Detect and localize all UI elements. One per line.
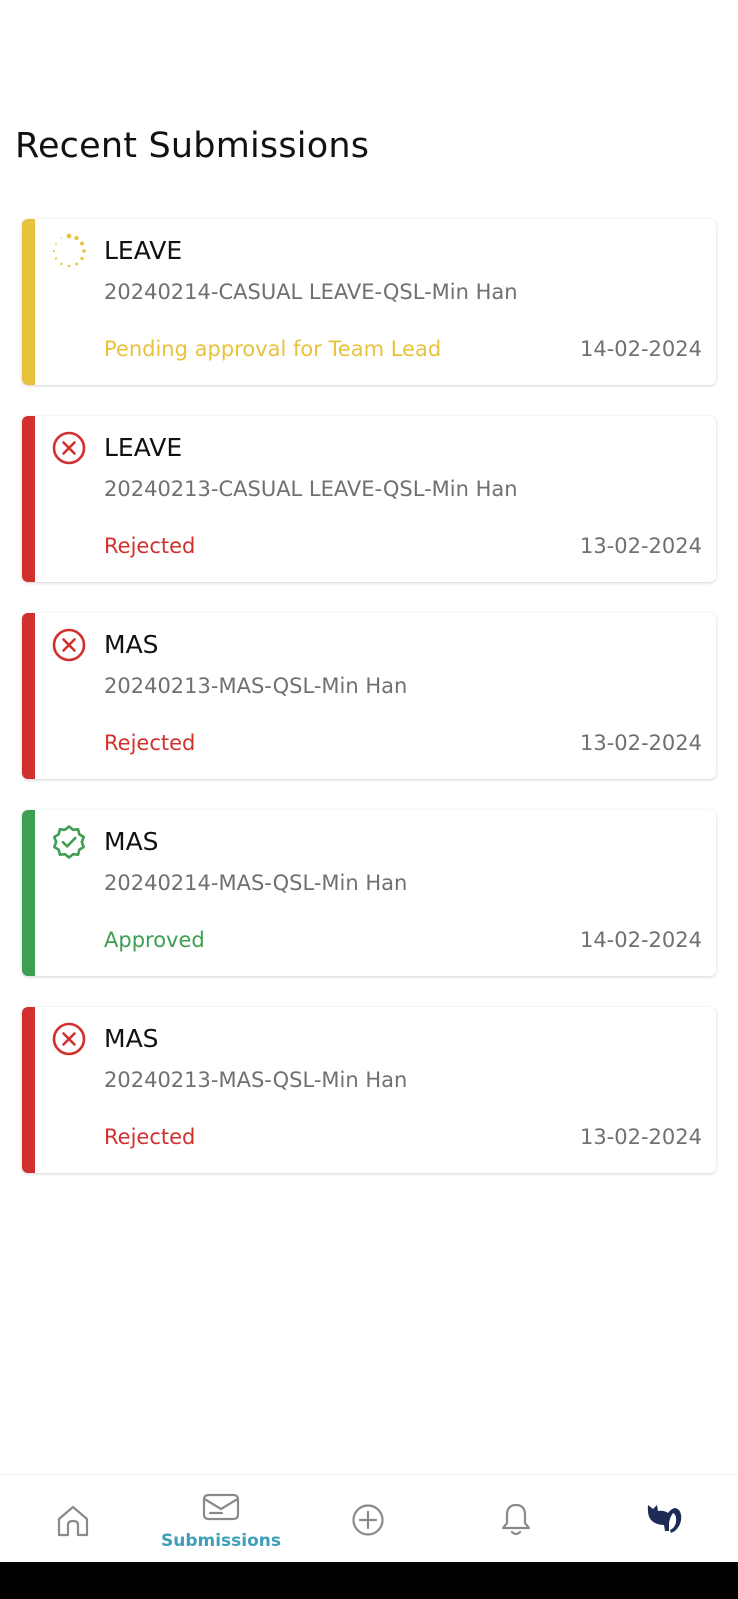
submission-reference: 20240213-MAS-QSL-Min Han bbox=[104, 674, 408, 698]
status-text: Rejected bbox=[104, 534, 196, 558]
page-title: Recent Submissions bbox=[15, 126, 370, 166]
status-bar bbox=[22, 219, 35, 385]
submission-reference: 20240213-CASUAL LEAVE-QSL-Min Han bbox=[104, 477, 518, 501]
nav-add[interactable] bbox=[308, 1475, 428, 1563]
nav-profile[interactable] bbox=[604, 1475, 724, 1563]
status-bar bbox=[22, 416, 35, 582]
close-circle-icon bbox=[52, 1022, 86, 1056]
submission-reference: 20240213-MAS-QSL-Min Han bbox=[104, 1068, 408, 1092]
verified-badge-icon bbox=[53, 825, 85, 859]
submission-date: 14-02-2024 bbox=[579, 928, 702, 952]
submission-type: MAS bbox=[104, 827, 159, 856]
submission-card[interactable]: LEAVE 20240214-CASUAL LEAVE-QSL-Min Han … bbox=[22, 219, 716, 385]
bell-icon bbox=[501, 1503, 531, 1536]
submission-card[interactable]: MAS 20240213-MAS-QSL-Min Han Rejected 13… bbox=[22, 613, 716, 779]
envelope-icon bbox=[202, 1493, 240, 1521]
bottom-navigation: Submissions bbox=[0, 1474, 738, 1562]
nav-home[interactable] bbox=[13, 1475, 133, 1563]
submission-date: 13-02-2024 bbox=[579, 534, 702, 558]
cat-avatar-icon bbox=[647, 1505, 682, 1533]
nav-submissions-label: Submissions bbox=[161, 1531, 282, 1551]
status-text: Pending approval for Team Lead bbox=[104, 337, 442, 361]
home-icon bbox=[57, 1505, 89, 1537]
submission-date: 13-02-2024 bbox=[579, 1125, 702, 1149]
system-navigation-bar bbox=[0, 1562, 738, 1599]
plus-circle-icon bbox=[352, 1504, 384, 1536]
status-bar bbox=[22, 613, 35, 779]
submission-card[interactable]: LEAVE 20240213-CASUAL LEAVE-QSL-Min Han … bbox=[22, 416, 716, 582]
status-text: Approved bbox=[104, 928, 205, 952]
nav-notifications[interactable] bbox=[456, 1475, 576, 1563]
submission-date: 13-02-2024 bbox=[579, 731, 702, 755]
submission-card[interactable]: MAS 20240213-MAS-QSL-Min Han Rejected 13… bbox=[22, 1007, 716, 1173]
submission-type: LEAVE bbox=[104, 433, 183, 462]
status-bar bbox=[22, 1007, 35, 1173]
spinner-icon bbox=[53, 233, 86, 268]
submission-reference: 20240214-CASUAL LEAVE-QSL-Min Han bbox=[104, 280, 518, 304]
screen: Recent Submissions LEAVE 20240214-CASUAL… bbox=[0, 0, 738, 1599]
submission-card[interactable]: MAS 20240214-MAS-QSL-Min Han Approved 14… bbox=[22, 810, 716, 976]
nav-submissions[interactable]: Submissions bbox=[161, 1475, 281, 1563]
submission-date: 14-02-2024 bbox=[579, 337, 702, 361]
submission-reference: 20240214-MAS-QSL-Min Han bbox=[104, 871, 408, 895]
submission-type: LEAVE bbox=[104, 236, 183, 265]
close-circle-icon bbox=[52, 628, 86, 662]
status-text: Rejected bbox=[104, 731, 196, 755]
submission-type: MAS bbox=[104, 630, 159, 659]
submission-type: MAS bbox=[104, 1024, 159, 1053]
close-circle-icon bbox=[52, 431, 86, 465]
status-text: Rejected bbox=[104, 1125, 196, 1149]
status-bar bbox=[22, 810, 35, 976]
submissions-list: LEAVE 20240214-CASUAL LEAVE-QSL-Min Han … bbox=[22, 219, 716, 1204]
